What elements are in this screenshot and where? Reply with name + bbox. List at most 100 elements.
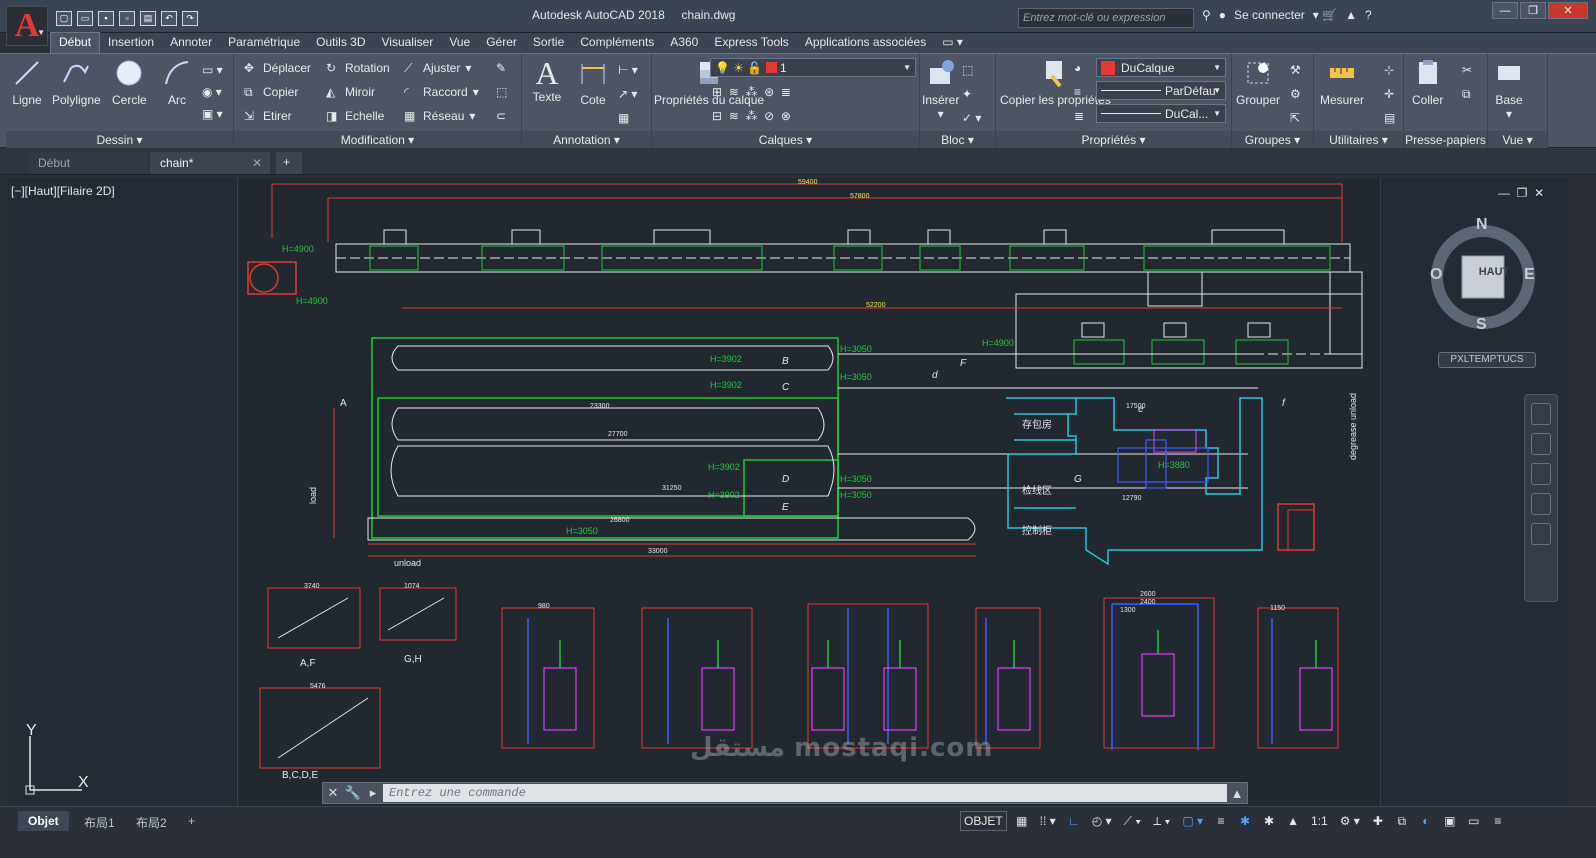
close-button[interactable]: ✕: [1548, 2, 1588, 19]
tab-express-tools[interactable]: Express Tools: [706, 33, 796, 53]
new-tab-button[interactable]: +: [276, 152, 302, 174]
snap-icon[interactable]: ⁞⁞ ▾: [1037, 811, 1059, 831]
maximize-button[interactable]: ❐: [1520, 2, 1546, 19]
tab-sortie[interactable]: Sortie: [525, 33, 572, 53]
tab-parametrique[interactable]: Paramétrique: [220, 33, 308, 53]
panel-title-vue[interactable]: Vue ▾: [1488, 131, 1547, 149]
layout-tab-model[interactable]: Objet: [18, 811, 69, 831]
quickcalc-icon[interactable]: ✛: [1384, 84, 1394, 104]
lineweight-dropdown[interactable]: DuCal... ▼: [1096, 104, 1226, 123]
trim-tool[interactable]: ⟋ Ajuster ▾: [404, 58, 471, 78]
paste-tool[interactable]: Coller: [1412, 58, 1443, 107]
tab-insertion[interactable]: Insertion: [100, 33, 162, 53]
layer-tools-row-1[interactable]: ⊞ ≋ ⁂ ⊛ ≣: [712, 82, 791, 102]
a360-icon[interactable]: ▲: [1345, 8, 1357, 22]
pan-icon[interactable]: [1531, 433, 1551, 455]
compass-west[interactable]: O: [1430, 266, 1442, 284]
command-history-icon[interactable]: ▲: [1227, 783, 1247, 803]
new-file-icon[interactable]: ▢: [56, 10, 72, 26]
edit-block-icon[interactable]: ✦: [962, 84, 972, 104]
zoom-extents-icon[interactable]: [1531, 463, 1551, 485]
steering-wheel-icon[interactable]: [1531, 403, 1551, 425]
isolate-icon[interactable]: ▭: [1465, 811, 1483, 831]
close-command-icon[interactable]: ✕: [323, 783, 343, 803]
model-space-toggle[interactable]: OBJET: [960, 811, 1007, 831]
linetype-dropdown[interactable]: ParDéfau ▼: [1096, 81, 1226, 100]
orbit-icon[interactable]: [1531, 493, 1551, 515]
scale-tool[interactable]: ◨ Echelle: [326, 106, 384, 126]
annotation-scale-icon[interactable]: ▲: [1284, 811, 1302, 831]
tab-chain[interactable]: chain* ✕: [150, 152, 270, 174]
annotation-scale[interactable]: 1:1: [1308, 811, 1331, 831]
group-select-icon[interactable]: ⇱: [1290, 108, 1300, 128]
panel-title-utilitaires[interactable]: Utilitaires ▾: [1314, 131, 1403, 149]
isodraft-icon[interactable]: ⟂ ▾: [1150, 811, 1173, 831]
panel-title-groupes[interactable]: Groupes ▾: [1232, 131, 1313, 149]
cut-icon[interactable]: ✂: [1462, 60, 1472, 80]
ungroup-icon[interactable]: ⚒: [1290, 60, 1301, 80]
tab-gerer[interactable]: Gérer: [478, 33, 525, 53]
quick-properties-icon[interactable]: ◐: [1417, 811, 1435, 831]
panel-title-dessin[interactable]: Dessin ▾: [6, 131, 233, 149]
array-tool[interactable]: ▦ Réseau ▾: [404, 106, 475, 126]
leader-icon[interactable]: ⊢ ▾: [618, 60, 638, 80]
view-control-label[interactable]: [−][Haut][Filaire 2D]: [11, 184, 115, 198]
wcs-menu[interactable]: PXLTEMPTUCS: [1438, 352, 1536, 368]
color-wheel-icon[interactable]: ◕: [1074, 58, 1081, 78]
measure-tool[interactable]: Mesurer: [1320, 58, 1364, 107]
open-file-icon[interactable]: ▭: [77, 10, 93, 26]
mirror-tool[interactable]: ◭ Miroir: [326, 82, 375, 102]
tab-annoter[interactable]: Annoter: [162, 33, 220, 53]
multileader-icon[interactable]: ↗ ▾: [618, 84, 637, 104]
attribute-icon[interactable]: ✓ ▾: [962, 108, 981, 128]
workspace-icon[interactable]: ⚙ ▾: [1337, 811, 1363, 831]
ortho-icon[interactable]: ∟: [1065, 811, 1083, 831]
rectangle-icon[interactable]: ▭ ▾: [202, 60, 223, 80]
polar-icon[interactable]: ◴ ▾: [1089, 811, 1115, 831]
add-layout-button[interactable]: +: [178, 811, 205, 831]
hatch-icon[interactable]: ◉ ▾: [202, 82, 222, 102]
tab-debut[interactable]: Début: [50, 32, 101, 53]
undo-icon[interactable]: ↶: [161, 10, 177, 26]
lock-ui-icon[interactable]: ▣: [1441, 811, 1459, 831]
osnap-tracking-icon[interactable]: ⟋ ▾: [1121, 811, 1145, 831]
match-properties-tool[interactable]: Copier les propriétés: [1000, 58, 1111, 107]
arc-tool[interactable]: Arc: [162, 58, 192, 107]
offset-icon[interactable]: ⊂: [496, 106, 506, 126]
units-icon[interactable]: ⧉: [1393, 811, 1411, 831]
lineweight-icon[interactable]: ≣: [1074, 106, 1084, 126]
group-tool[interactable]: Grouper: [1236, 58, 1280, 107]
create-block-icon[interactable]: ⬚: [962, 60, 973, 80]
ribbon-toggle-icon[interactable]: ▭ ▾: [934, 33, 971, 53]
erase-icon[interactable]: ✎: [496, 58, 506, 78]
circle-tool[interactable]: Cercle: [112, 58, 147, 107]
save-icon[interactable]: ▪: [98, 10, 114, 26]
compass-east[interactable]: E: [1524, 266, 1535, 284]
copy-tool[interactable]: ⧉ Copier: [244, 82, 298, 102]
redo-icon[interactable]: ↷: [182, 10, 198, 26]
lineweight-toggle-icon[interactable]: ≡: [1212, 811, 1230, 831]
viewcube-face[interactable]: HAUT: [1472, 266, 1516, 278]
tab-applications-associees[interactable]: Applications associées: [797, 33, 934, 53]
rotate-tool[interactable]: ↻ Rotation: [326, 58, 390, 78]
binoculars-icon[interactable]: ⚲: [1202, 8, 1211, 22]
cart-icon[interactable]: ▾ 🛒: [1313, 8, 1337, 22]
panel-title-proprietes[interactable]: Propriétés ▾: [996, 131, 1231, 149]
explode-icon[interactable]: ⬚: [496, 82, 507, 102]
panel-title-annotation[interactable]: Annotation ▾: [522, 131, 651, 149]
customization-icon[interactable]: ≡: [1489, 811, 1507, 831]
annotation-monitor-icon[interactable]: ✚: [1369, 811, 1387, 831]
tab-outils-3d[interactable]: Outils 3D: [308, 33, 373, 53]
panel-title-modification[interactable]: Modification ▾: [234, 131, 521, 149]
grid-icon[interactable]: ▦: [1013, 811, 1031, 831]
tab-vue[interactable]: Vue: [441, 33, 478, 53]
fillet-tool[interactable]: ◜ Raccord ▾: [404, 82, 479, 102]
color-dropdown[interactable]: DuCalque ▼: [1096, 58, 1226, 77]
dimension-tool[interactable]: Cote: [578, 58, 608, 107]
autoscale-icon[interactable]: ✱: [1260, 811, 1278, 831]
layer-tools-row-2[interactable]: ⊟ ≋ ⁂ ⊘ ⊗: [712, 106, 791, 126]
tab-start[interactable]: Début: [28, 152, 148, 174]
compass-north[interactable]: N: [1476, 216, 1488, 234]
tab-complements[interactable]: Compléments: [572, 33, 662, 53]
search-input[interactable]: Entrez mot-clé ou expression: [1018, 8, 1194, 28]
